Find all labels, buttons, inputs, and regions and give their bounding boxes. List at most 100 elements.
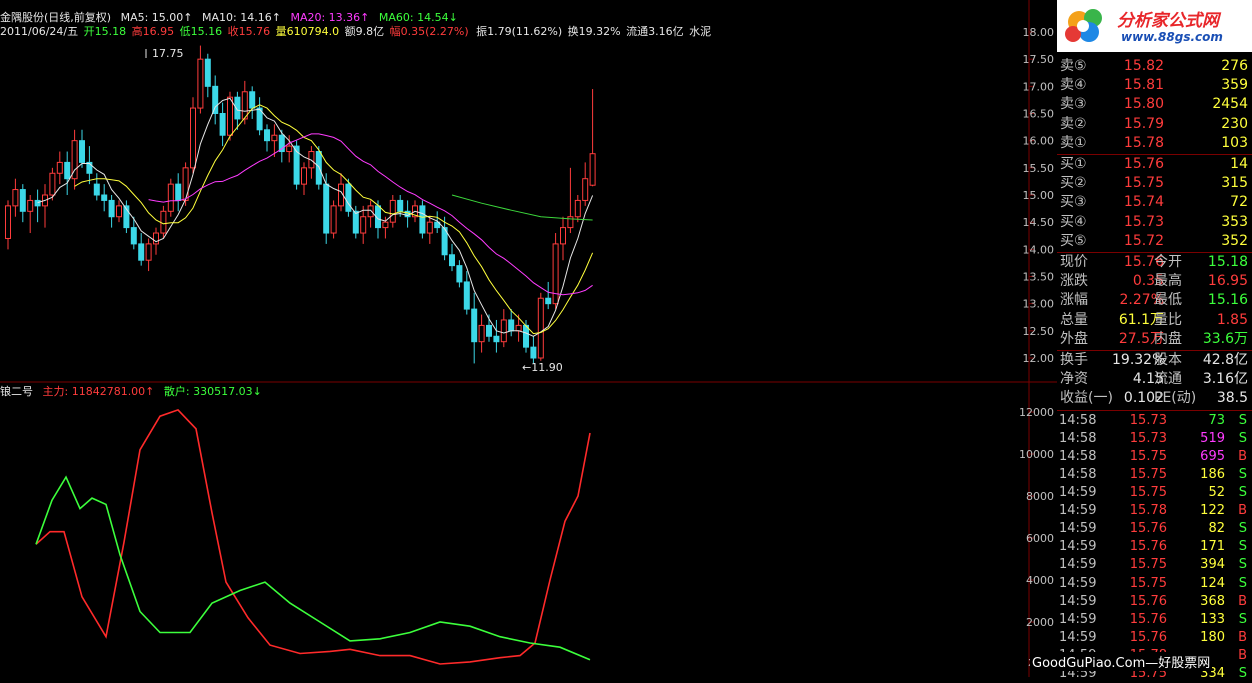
bid-row[interactable]: 买① 15.76 14 xyxy=(1057,155,1252,174)
candle-body xyxy=(79,140,85,163)
candle-body xyxy=(515,324,522,332)
quote-row-outin: 外盘 27.5万 内盘 33.6万 xyxy=(1060,330,1248,347)
tick-row[interactable]: 14:58 15.73 73 S xyxy=(1057,412,1252,430)
tick-row[interactable]: 14:59 15.75 124 S xyxy=(1057,575,1252,593)
candle-body xyxy=(219,113,226,136)
quote-row-change: 涨跌 0.35 最高 16.95 xyxy=(1060,273,1248,290)
candle-body xyxy=(589,153,596,186)
candle-body xyxy=(574,199,581,218)
ask-row[interactable]: 卖② 15.79 230 xyxy=(1057,115,1252,134)
price-tick-label: 14.00 xyxy=(1023,243,1055,256)
candle-body xyxy=(264,129,270,142)
candle-body xyxy=(145,243,152,261)
tick-row[interactable]: 14:58 15.75 695 B xyxy=(1057,448,1252,466)
candle-body xyxy=(382,221,389,229)
tick-row[interactable]: 14:59 15.75 52 S xyxy=(1057,484,1252,502)
quote-row-volume: 总量 61.1万 量比 1.85 xyxy=(1060,311,1248,328)
candle-body xyxy=(397,199,404,212)
indicator-tick-label: 6000 xyxy=(1026,532,1054,545)
fin-row-turnover: 换手 19.32% 股本 42.8亿 xyxy=(1060,352,1248,368)
candle-body xyxy=(19,189,26,212)
candle-body xyxy=(449,254,455,267)
candle-body xyxy=(352,210,359,234)
candle-body xyxy=(523,324,529,348)
candle-body xyxy=(367,205,374,218)
ma-legend: 金隅股份(日线,前复权) MA5: 15.00↑ MA10: 14.16↑ MA… xyxy=(0,11,464,24)
tick-row[interactable]: 14:59 15.76 171 S xyxy=(1057,538,1252,556)
candle-body xyxy=(582,178,589,201)
ask-row[interactable]: 卖① 15.78 103 xyxy=(1057,134,1252,153)
tick-row[interactable]: 14:59 15.76 368 B xyxy=(1057,593,1252,611)
tick-row[interactable]: 14:58 15.75 186 S xyxy=(1057,466,1252,484)
candle-body xyxy=(130,227,137,245)
price-tick-label: 13.50 xyxy=(1023,271,1055,284)
indicator-tick-label: 12000 xyxy=(1019,406,1054,419)
candle-body xyxy=(456,265,463,283)
bid-row[interactable]: 买④ 15.73 353 xyxy=(1057,213,1252,232)
price-axis: 18.00 17.50 17.00 16.50 16.00 15.50 15.00 14.50… xyxy=(1023,26,1055,365)
indicator-tick-label: 10000 xyxy=(1019,448,1054,461)
bid-row[interactable]: 买⑤ 15.72 352 xyxy=(1057,232,1252,251)
candle-body xyxy=(426,221,433,234)
ma5-label: MA5: 15.00↑ xyxy=(120,11,193,24)
candle-body xyxy=(12,189,19,207)
candle-body xyxy=(56,161,63,174)
ma20-label: MA20: 13.36↑ xyxy=(290,11,370,24)
tick-row[interactable]: 14:59 15.78 122 B xyxy=(1057,502,1252,520)
candle-body xyxy=(537,297,544,359)
candle-body xyxy=(27,199,34,212)
indicator-lines xyxy=(35,408,591,665)
indicator-tick-label: 2000 xyxy=(1026,616,1054,629)
main-force-line xyxy=(35,408,591,665)
bid-row[interactable]: 买② 15.75 315 xyxy=(1057,174,1252,193)
main-force-label: 主力: 11842781.00↑ xyxy=(42,385,155,398)
kline-chart-area[interactable]: 18.00 17.50 17.00 16.50 16.00 15.50 15.00 14.50… xyxy=(0,0,1057,677)
candle-body xyxy=(197,58,204,109)
low-annotation: ←11.90 xyxy=(522,361,563,374)
candle-body xyxy=(286,145,293,153)
indicator-axis: 12000100008000600040002000X100 xyxy=(1019,406,1054,669)
candle-body xyxy=(160,210,167,234)
price-tick-label: 17.50 xyxy=(1023,53,1055,66)
price-tick-label: 12.50 xyxy=(1023,325,1055,338)
price-tick-label: 18.00 xyxy=(1023,26,1055,39)
candle-body xyxy=(486,324,492,337)
candle-body xyxy=(360,216,367,234)
tick-row[interactable]: 14:58 15.73 519 S xyxy=(1057,430,1252,448)
ask-row[interactable]: 卖③ 15.80 2454 xyxy=(1057,95,1252,114)
candle-body xyxy=(64,161,71,180)
candle-body xyxy=(190,107,196,169)
ask-row[interactable]: 卖④ 15.81 359 xyxy=(1057,76,1252,95)
candle-body xyxy=(463,281,470,310)
tick-row[interactable]: 14:59 15.75 394 S xyxy=(1057,556,1252,574)
candle-body xyxy=(153,232,159,245)
candle-body xyxy=(212,85,219,115)
tick-row[interactable]: 14:59 15.76 82 S xyxy=(1057,520,1252,538)
candle-body xyxy=(419,205,426,234)
logo-icon xyxy=(1065,9,1102,42)
quote-row-pct: 涨幅 2.27% 最低 15.16 xyxy=(1060,292,1248,309)
quote-row-price: 现价 15.76 今开 15.18 xyxy=(1060,254,1248,270)
candle-body xyxy=(471,308,478,343)
indicator-legend: 锒二号 主力: 11842781.00↑ 散户: 330517.03↓ xyxy=(0,385,268,398)
logo-url: www.88gs.com xyxy=(1121,30,1223,44)
indicator-name: 锒二号 xyxy=(0,385,33,398)
price-tick-label: 15.00 xyxy=(1023,189,1055,202)
bid-row[interactable]: 买③ 15.74 72 xyxy=(1057,193,1252,212)
candle-body xyxy=(116,205,122,218)
ask-row[interactable]: 卖⑤ 15.82 276 xyxy=(1057,57,1252,76)
indicator-tick-label: 8000 xyxy=(1026,490,1054,503)
tick-row[interactable]: 14:59 15.76 180 B xyxy=(1057,629,1252,647)
logo-title: 分析家公式网 xyxy=(1117,11,1219,31)
quote-panel: 分析家公式网 www.88gs.com 卖⑤ 15.82 276 卖④ 15.81 359… xyxy=(1057,0,1252,681)
candle-body xyxy=(301,167,307,185)
stock-name: 金隅股份(日线,前复权) xyxy=(0,11,112,24)
candle-body xyxy=(330,205,337,234)
candle-body xyxy=(249,91,256,109)
tick-row[interactable]: 14:59 15.76 133 S xyxy=(1057,611,1252,629)
candle-body xyxy=(34,199,41,207)
kline-svg[interactable]: 18.00 17.50 17.00 16.50 16.00 15.50 15.00 14.50… xyxy=(0,0,1057,677)
price-tick-label: 12.00 xyxy=(1023,352,1055,365)
candle-body xyxy=(345,183,352,212)
candle-body xyxy=(552,243,559,305)
